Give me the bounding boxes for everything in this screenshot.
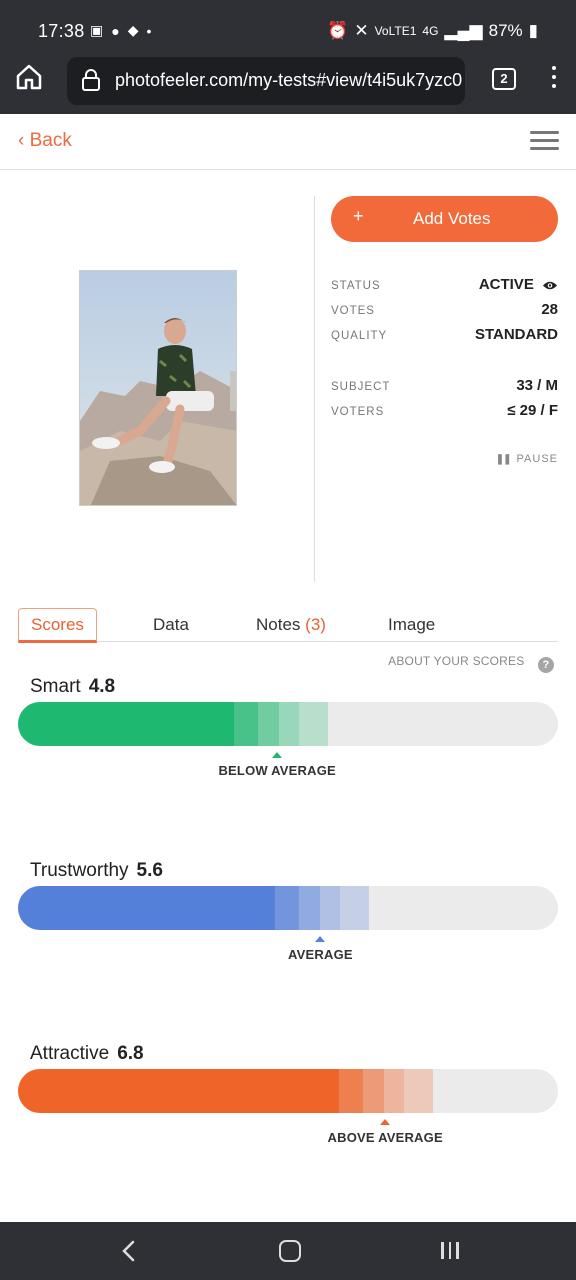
tab-notes[interactable]: Notes (3) [256,608,326,642]
test-photo[interactable] [79,270,237,506]
dot-icon: • [146,22,152,39]
teams-icon: ◆ [127,22,139,38]
score-smart: Smart 4.8 BELOW AVERAGE [18,676,558,816]
lightbulb-icon: ● [111,22,120,39]
system-icons: ⏰ ✕ VoLTE1 4G ▂▄▆ 87% ▮ [327,21,538,41]
pause-label: PAUSE [516,453,558,465]
back-label: Back [29,130,72,151]
score-range-band [258,702,279,746]
mute-icon: ✕ [354,21,369,40]
home-icon[interactable] [14,62,44,92]
score-title: Smart 4.8 [30,676,115,698]
system-nav-bar [0,1222,576,1280]
score-name: Attractive [30,1043,110,1064]
voters-value: ≤ 29 / F [507,402,558,419]
app-header: ‹ Back [0,114,576,170]
score-fill [18,702,234,746]
votes-label: VOTES [331,305,375,317]
browser-toolbar: photofeeler.com/my-tests#view/t4i5uk7yzc… [0,50,576,114]
signal-icon: ▂▄▆ [444,21,483,40]
notification-icons: ▣ ● ◆ • [90,22,151,39]
battery-percent: 87% [488,21,523,40]
score-bar [18,702,558,746]
score-rating: AVERAGE [288,947,353,962]
add-votes-label: Add Votes [413,209,491,228]
url-text: photofeeler.com/my-tests#view/t4i5uk7yzc… [115,70,463,90]
score-title: Trustworthy 5.6 [30,860,163,882]
score-marker [315,936,326,942]
status-value: ACTIVE [479,276,558,293]
score-marker [380,1119,391,1125]
url-field[interactable]: photofeeler.com/my-tests#view/t4i5uk7yzc… [67,57,465,105]
score-range-band [384,1069,405,1113]
score-fill [18,886,275,930]
score-range-band [404,1069,434,1113]
pause-button[interactable]: ❚❚ PAUSE [496,453,558,465]
score-rating: BELOW AVERAGE [218,763,336,778]
tab-data[interactable]: Data [153,608,189,642]
subject-value: 33 / M [516,377,558,394]
tab-image[interactable]: Image [388,608,435,642]
score-trustworthy: Trustworthy 5.6 AVERAGE [18,860,558,1000]
status-text: ACTIVE [478,276,534,293]
score-marker [272,752,283,758]
score-title: Attractive 6.8 [30,1043,144,1065]
tab-switcher-button[interactable]: 2 [492,68,516,90]
score-attractive: Attractive 6.8 ABOVE AVERAGE [18,1043,558,1183]
hamburger-menu-icon[interactable] [530,131,559,151]
nav-home-icon[interactable] [279,1240,301,1262]
score-range-band [298,886,320,930]
score-value: 4.8 [88,676,116,697]
score-rating: ABOVE AVERAGE [327,1130,443,1145]
help-icon: ? [538,657,554,673]
quality-label: QUALITY [331,330,388,342]
score-value: 5.6 [136,860,163,881]
votes-value: 28 [541,301,558,318]
score-range-band [299,702,328,746]
score-range-band [363,1069,385,1113]
result-tabs: Scores Data Notes (3) Image [18,608,558,643]
nav-back-icon[interactable] [120,1240,138,1262]
eye-icon[interactable] [542,280,558,291]
volte-icon: VoLTE1 [374,24,417,38]
clock: 17:38 [38,21,85,41]
vertical-divider [314,196,315,582]
score-range-band [234,702,258,746]
score-bar [18,1069,558,1113]
network-type: 4G [422,24,439,38]
score-name: Trustworthy [30,860,129,881]
gallery-icon: ▣ [90,22,104,38]
score-range-band [274,886,299,930]
score-bar [18,886,558,930]
voters-label: VOTERS [331,406,385,418]
score-range-band [279,702,299,746]
score-range-band [319,886,340,930]
about-scores-label: ABOUT YOUR SCORES [388,654,525,668]
quality-value: STANDARD [474,326,558,343]
battery-icon: ▮ [528,21,538,40]
lock-icon [82,69,100,91]
about-scores-link[interactable]: ABOUT YOUR SCORES ? [388,654,554,673]
nav-recent-apps-icon[interactable] [441,1242,461,1260]
pause-icon: ❚❚ [495,454,512,465]
score-name: Smart [30,676,81,697]
tab-notes-label: Notes [256,615,301,634]
tab-scores[interactable]: Scores [18,608,97,643]
chevron-left-icon: ‹ [18,130,25,151]
more-menu-icon[interactable] [549,66,559,94]
status-label: STATUS [331,280,381,292]
alarm-icon: ⏰ [327,21,349,40]
score-fill [18,1069,340,1113]
score-value: 6.8 [117,1043,144,1064]
back-button[interactable]: ‹ Back [18,130,72,152]
plus-icon: + [353,206,364,226]
score-range-band [339,886,369,930]
notes-count: (3) [305,615,326,634]
add-votes-button[interactable]: + Add Votes [331,196,558,242]
subject-label: SUBJECT [331,381,391,393]
score-range-band [339,1069,364,1113]
